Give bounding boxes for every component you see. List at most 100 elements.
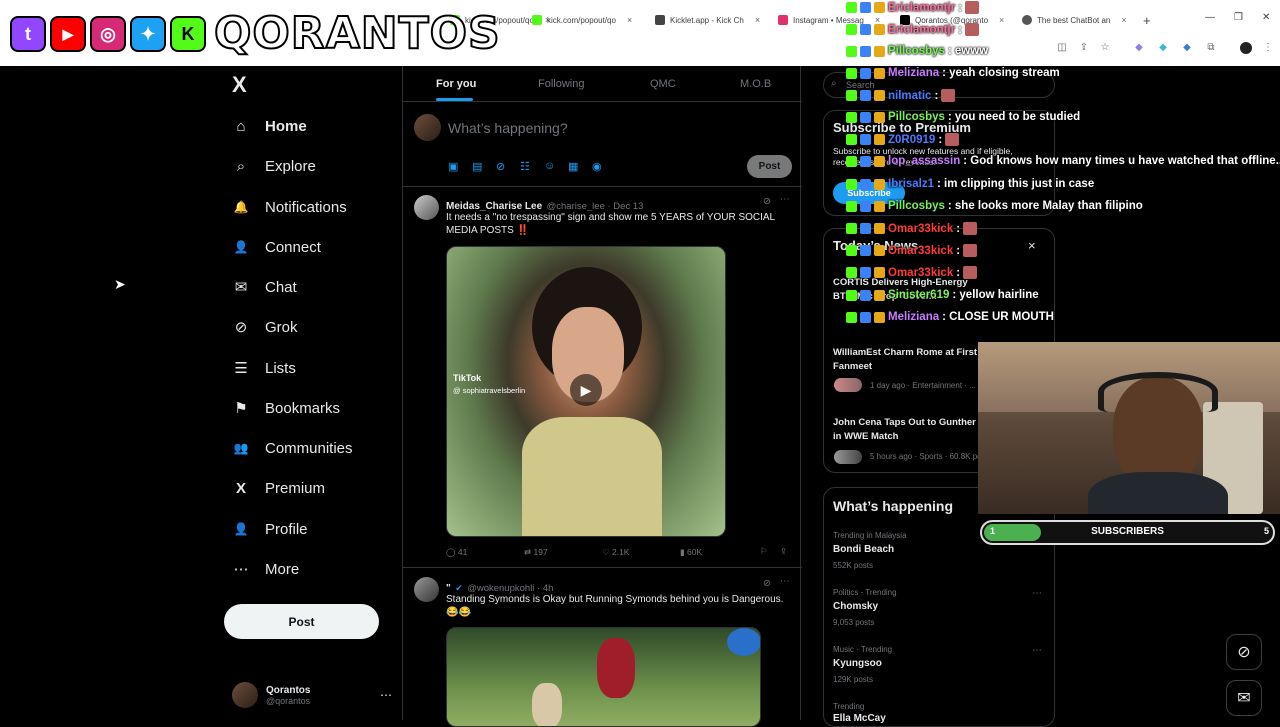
reply-button[interactable]: ◯ 41	[446, 547, 467, 558]
like-button[interactable]: ♡ 2.1K	[602, 547, 629, 558]
extension-icon[interactable]: ◆	[1157, 42, 1169, 54]
browser-tab[interactable]: The best ChatBot an ×	[1022, 10, 1127, 30]
compose-post-button[interactable]: Post	[747, 155, 792, 178]
tiktok-watermark: TikTok	[453, 373, 482, 383]
home-icon: ⌂	[236, 117, 246, 135]
grok-floating-button[interactable]: ⊘	[1226, 634, 1262, 670]
emoji-icon[interactable]: ☺	[544, 160, 555, 172]
new-tab-button[interactable]: +	[1143, 10, 1151, 30]
tweet-video[interactable]	[446, 627, 761, 727]
trend-more-icon[interactable]: ⋯	[1032, 588, 1042, 599]
close-icon[interactable]: ×	[755, 15, 760, 25]
poll-icon[interactable]: ☷	[520, 160, 530, 173]
tab-for-you[interactable]: For you	[436, 78, 476, 90]
nav-item-connect[interactable]: 👤 Connect	[232, 232, 321, 262]
window-close-icon[interactable]: ✕	[1262, 12, 1270, 23]
nav-item-bookmarks[interactable]: ⚑ Bookmarks	[232, 393, 340, 423]
kick-badge-icon	[846, 134, 857, 145]
more-icon[interactable]: ⋯	[380, 688, 392, 702]
avatar[interactable]	[414, 577, 439, 602]
nav-item-communities[interactable]: 👥 Communities	[232, 433, 353, 463]
screenshot-icon[interactable]: ◫	[1056, 42, 1068, 54]
tab-qmc[interactable]: QMC	[650, 78, 676, 90]
nav-item-lists[interactable]: ☰ Lists	[232, 353, 296, 383]
restore-icon[interactable]: ❐	[1234, 12, 1243, 23]
media-icon[interactable]: ▣	[448, 160, 458, 173]
profile-avatar[interactable]	[1240, 42, 1252, 54]
heart-icon: ♡	[602, 547, 612, 557]
post-button[interactable]: Post	[224, 604, 379, 639]
bookmark-icon[interactable]: ⚐	[760, 546, 768, 557]
badge-icon	[860, 223, 871, 234]
nav-item-profile[interactable]: 👤 Profile	[232, 514, 308, 544]
avatar[interactable]	[414, 114, 441, 141]
chat-username: nilmatic	[888, 89, 932, 102]
nav-item-explore[interactable]: ⌕ Explore	[232, 151, 316, 181]
x-logo[interactable]: X	[232, 72, 247, 98]
compose-input[interactable]: What’s happening?	[448, 120, 568, 136]
more-icon[interactable]: ⋯	[780, 194, 790, 205]
location-icon[interactable]: ◉	[592, 160, 602, 173]
emote-icon	[941, 89, 956, 102]
badge-icon	[860, 245, 871, 256]
browser-menu-icon[interactable]: ⋮	[1262, 42, 1274, 54]
plus-icon[interactable]: +	[1143, 13, 1151, 28]
close-icon[interactable]: ×	[999, 15, 1004, 25]
nav-item-more[interactable]: ⋯ More	[232, 554, 300, 584]
close-icon[interactable]: ×	[1028, 238, 1036, 253]
views-button[interactable]: ▮ 60K	[680, 547, 702, 558]
bookmark-star-icon[interactable]: ☆	[1099, 42, 1111, 54]
repost-button[interactable]: ⇄ 197	[524, 547, 548, 558]
search-icon: ⌕	[831, 78, 837, 89]
nav-label: Communities	[265, 439, 353, 457]
trend-name[interactable]: Kyungsoo	[833, 657, 882, 671]
avatar[interactable]	[414, 195, 439, 220]
grok-icon[interactable]: ⊘	[763, 196, 771, 207]
share-icon[interactable]: ⇪	[780, 546, 787, 557]
extensions-puzzle-icon[interactable]: ⧉	[1205, 42, 1217, 54]
close-icon[interactable]: ×	[627, 15, 632, 25]
bookmark-icon: ⚑	[234, 400, 248, 417]
nav-item-notifications[interactable]: 🔔 Notifications	[232, 192, 347, 222]
schedule-icon[interactable]: ▦	[568, 160, 578, 173]
emote-icon	[945, 133, 960, 146]
extension-icon[interactable]: ◆	[1133, 42, 1145, 54]
account-switcher[interactable]: Qorantos @qorantos ⋯	[232, 679, 392, 711]
trend-posts: 129K posts	[833, 675, 874, 684]
close-icon[interactable]: ×	[1121, 15, 1126, 25]
nav-item-chat[interactable]: ✉ Chat	[232, 272, 297, 302]
messages-floating-button[interactable]: ✉	[1226, 680, 1262, 716]
badge-icon	[860, 289, 871, 301]
tab-following[interactable]: Following	[538, 78, 584, 90]
badge-icon	[874, 45, 885, 57]
news-item[interactable]: John Cena Taps Out to Gunther in WWE Mat…	[833, 416, 983, 444]
emote-icon	[964, 1, 979, 14]
tweet-video[interactable]: TikTok @ sophiatravelsberlin ▶	[446, 246, 726, 537]
extension-icon[interactable]: ◆	[1181, 42, 1193, 54]
emote-icon	[963, 222, 978, 235]
trend-more-icon[interactable]: ⋯	[1032, 645, 1042, 656]
trend-name[interactable]: Ella McCay	[833, 712, 886, 726]
gif-icon[interactable]: ▤	[472, 160, 482, 173]
trend-name[interactable]: Chomsky	[833, 600, 878, 614]
chat-message: Ericlamontjr:	[846, 1, 979, 14]
browser-tab[interactable]: kick.com/popout/qo ×	[532, 10, 632, 30]
account-name: Qorantos	[266, 684, 311, 696]
share-icon[interactable]: ⇪	[1078, 42, 1090, 54]
tab-label: The best ChatBot an	[1037, 15, 1111, 25]
grok-compose-icon[interactable]: ⊘	[496, 160, 505, 173]
chat-message: Ibrisalz1: im clipping this just in case	[846, 178, 1094, 190]
nav-item-premium[interactable]: X Premium	[232, 473, 325, 503]
play-icon[interactable]: ▶	[570, 374, 602, 406]
twitch-icon: t	[10, 16, 46, 52]
browser-tab[interactable]: Kicklet.app - Kick Ch ×	[655, 10, 760, 30]
trend-name[interactable]: Bondi Beach	[833, 543, 894, 557]
tab-mob[interactable]: M.O.B	[740, 78, 771, 90]
more-icon[interactable]: ⋯	[780, 576, 790, 587]
nav-item-home[interactable]: ⌂ Home	[232, 111, 306, 141]
grok-icon[interactable]: ⊘	[763, 578, 771, 589]
minimize-icon[interactable]: —	[1205, 12, 1215, 23]
nav-item-grok[interactable]: ⊘ Grok	[232, 312, 298, 342]
news-item[interactable]: WilliamEst Charm Rome at First Fanmeet	[833, 346, 983, 374]
nav-label: Bookmarks	[265, 399, 341, 417]
